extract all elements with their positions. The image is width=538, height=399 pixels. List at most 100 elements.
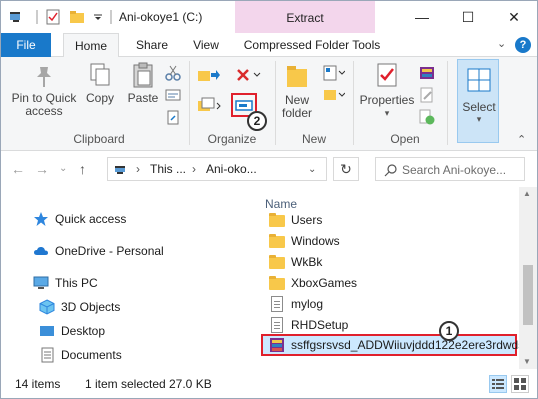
folder-icon — [269, 212, 285, 228]
tab-view[interactable]: View — [185, 33, 227, 57]
paste-button[interactable]: Paste — [125, 61, 161, 105]
new-folder-button[interactable]: New folder — [279, 61, 315, 120]
nav-item-3d-objects[interactable]: 3D Objects — [39, 297, 120, 317]
nav-item-quick-access[interactable]: Quick access — [33, 209, 126, 229]
cut-icon[interactable] — [165, 65, 181, 81]
select-grid-icon — [467, 68, 491, 95]
customize-qat-icon[interactable] — [93, 9, 103, 25]
properties-icon[interactable] — [45, 9, 61, 25]
nav-item-documents[interactable]: Documents — [39, 345, 122, 365]
new-item-icon[interactable] — [323, 65, 346, 81]
delete-icon[interactable] — [235, 67, 261, 83]
address-dropdown-icon[interactable]: ⌄ — [308, 164, 316, 175]
close-button[interactable]: ✕ — [491, 1, 537, 33]
list-item[interactable]: Users — [263, 209, 515, 230]
folder-icon — [269, 254, 285, 270]
selected-list-item[interactable]: ssffgsrsvsd_ADDWiiuvjddd122e2ere3rdwds — [261, 334, 524, 356]
file-name: mylog — [291, 296, 324, 311]
organize-group-label: Organize — [207, 132, 257, 146]
documents-icon — [39, 347, 55, 363]
properties-button[interactable]: Properties ▾ — [357, 61, 417, 120]
computer-icon — [33, 275, 49, 291]
nav-item-label: Quick access — [55, 212, 127, 226]
list-item[interactable]: WkBk — [263, 251, 515, 272]
item-count: 14 items — [15, 377, 61, 391]
separator — [353, 61, 354, 145]
search-icon — [384, 164, 397, 177]
new-folder-icon[interactable] — [69, 9, 85, 25]
history-icon[interactable] — [419, 109, 435, 125]
copy-button[interactable]: Copy — [83, 61, 117, 105]
address-bar[interactable]: › This ... › Ani-oko... ⌄ — [107, 157, 327, 181]
nav-item-this-pc[interactable]: This PC — [33, 273, 98, 293]
status-bar: 14 items 1 item selected 27.0 KB — [1, 369, 537, 398]
details-view-icon — [492, 379, 504, 389]
scroll-down-icon[interactable]: ▼ — [523, 357, 531, 366]
vertical-scrollbar[interactable]: ▲ ▼ — [519, 187, 537, 369]
selection-count: 1 item selected — [85, 377, 166, 391]
winrar-archive-icon — [269, 337, 285, 353]
list-item[interactable]: XboxGames — [263, 272, 515, 293]
paste-shortcut-icon[interactable] — [165, 109, 181, 125]
breadcrumb-this-pc[interactable]: This ... — [150, 162, 186, 176]
text-file-icon — [269, 295, 285, 312]
copy-label: Copy — [85, 91, 114, 105]
quick-access-toolbar — [9, 9, 111, 25]
maximize-button[interactable]: ☐ — [445, 1, 491, 33]
cube-icon — [39, 299, 55, 315]
minimize-button[interactable]: — — [399, 1, 445, 33]
tab-compressed-folder-tools[interactable]: Compressed Folder Tools — [241, 33, 383, 57]
file-name: RHDSetup — [291, 317, 349, 332]
expand-ribbon-icon[interactable]: ⌄ — [497, 37, 506, 50]
breadcrumb-drive[interactable]: Ani-oko... — [206, 162, 257, 176]
paste-icon — [133, 62, 153, 88]
system-menu-icon[interactable] — [9, 9, 25, 25]
separator — [107, 9, 115, 25]
search-input[interactable]: Search Ani-okoye... — [375, 157, 525, 181]
up-arrow-icon[interactable]: ↑ — [79, 161, 86, 177]
nav-item-onedrive[interactable]: OneDrive - Personal — [33, 241, 164, 261]
separator — [275, 61, 276, 145]
edit-icon[interactable] — [419, 87, 435, 103]
nav-item-desktop[interactable]: Desktop — [39, 321, 105, 341]
navigation-bar: ← → ⌄ ↑ › This ... › Ani-oko... ⌄ ↻ Sear… — [1, 151, 537, 187]
ribbon-tabs: File Home Share View Compressed Folder T… — [1, 33, 537, 58]
drive-icon — [114, 162, 130, 181]
copy-to-icon[interactable] — [197, 97, 221, 113]
forward-arrow-icon[interactable]: → — [35, 161, 49, 177]
help-icon[interactable]: ? — [515, 37, 531, 53]
large-icons-view-button[interactable] — [511, 375, 529, 393]
recent-locations-icon[interactable]: ⌄ — [59, 163, 67, 174]
select-button[interactable]: Select ▾ — [457, 59, 499, 143]
easy-access-icon[interactable] — [323, 87, 346, 103]
clipboard-group-label: Clipboard — [73, 132, 125, 146]
tab-share[interactable]: Share — [129, 33, 175, 57]
details-view-button[interactable] — [489, 375, 507, 393]
refresh-button[interactable]: ↻ — [333, 157, 359, 181]
move-to-icon[interactable] — [197, 67, 221, 83]
file-name: Windows — [291, 233, 340, 248]
breadcrumb-chevron-icon: › — [136, 162, 140, 176]
list-item[interactable]: mylog — [263, 293, 515, 314]
file-list: Name Users Windows WkBk XboxGames mylog … — [259, 187, 537, 369]
collapse-ribbon-icon[interactable]: ⌃ — [517, 133, 526, 146]
tab-home[interactable]: Home — [63, 33, 119, 58]
nav-item-label: This PC — [55, 276, 98, 290]
star-icon — [33, 211, 49, 227]
open-icon[interactable] — [419, 65, 435, 81]
pin-to-quick-access-button[interactable]: Pin to Quick access — [9, 61, 79, 118]
list-item[interactable]: RHDSetup — [263, 314, 515, 335]
list-item[interactable]: Windows — [263, 230, 515, 251]
title-bar: Ani-okoye1 (C:) Extract — ☐ ✕ — [1, 1, 537, 33]
scroll-up-icon[interactable]: ▲ — [523, 189, 531, 198]
new-folder-icon — [287, 66, 307, 87]
copy-path-icon[interactable] — [165, 87, 181, 103]
scrollbar-thumb[interactable] — [523, 265, 533, 325]
contextual-tab-extract[interactable]: Extract — [235, 1, 375, 33]
copy-icon — [90, 63, 110, 86]
new-group-label: New — [301, 132, 326, 146]
tab-file[interactable]: File — [1, 33, 51, 57]
step-badge-2: 2 — [247, 111, 267, 131]
select-dropdown-icon: ▾ — [476, 114, 482, 124]
back-arrow-icon[interactable]: ← — [11, 161, 25, 177]
